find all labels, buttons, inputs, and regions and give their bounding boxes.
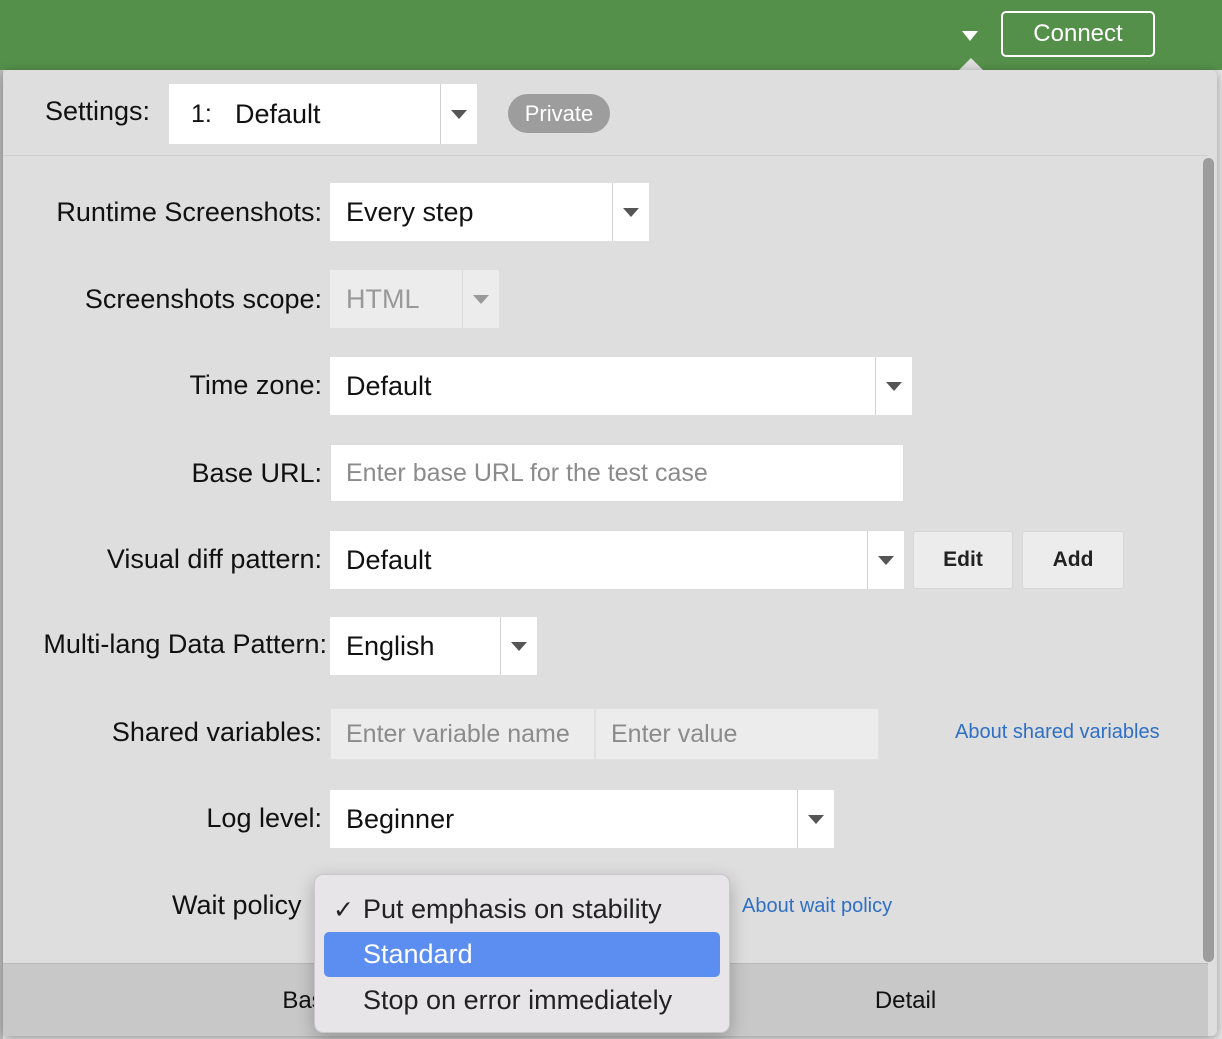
log-level-value: Beginner <box>346 803 455 834</box>
multi-lang-label: Multi-lang Data Pattern: <box>43 629 327 659</box>
runtime-screenshots-label: Runtime Screenshots: <box>56 197 322 227</box>
time-zone-value: Default <box>346 370 432 401</box>
log-level-label: Log level: <box>206 803 322 833</box>
screenshots-scope-select: HTML <box>330 270 499 328</box>
about-shared-variables-link[interactable]: About shared variables <box>955 721 1160 744</box>
visual-diff-select[interactable]: Default <box>330 531 904 589</box>
settings-label: Settings: <box>45 96 151 126</box>
connect-button[interactable]: Connect <box>1001 11 1155 57</box>
header-divider <box>3 155 1208 156</box>
variable-value-input[interactable]: Enter value <box>595 708 879 760</box>
log-level-select[interactable]: Beginner <box>330 790 834 848</box>
settings-value: Default <box>235 98 321 129</box>
caret-down-icon <box>511 642 527 651</box>
screenshots-scope-value: HTML <box>346 283 420 314</box>
variable-name-input[interactable]: Enter variable name <box>330 708 595 760</box>
settings-select[interactable]: 1: Default <box>169 84 477 144</box>
private-badge: Private <box>508 94 610 133</box>
variable-name-placeholder: Enter variable name <box>346 719 570 748</box>
checkmark-icon: ✓ <box>333 895 354 924</box>
screenshots-scope-label: Screenshots scope: <box>84 284 322 314</box>
multi-lang-value: English <box>346 630 435 661</box>
edit-button[interactable]: Edit <box>913 531 1013 589</box>
menu-item-stability[interactable]: ✓ Put emphasis on stability <box>324 887 720 932</box>
variable-value-placeholder: Enter value <box>611 719 738 748</box>
time-zone-label: Time zone: <box>189 370 322 400</box>
caret-down-icon <box>808 815 824 824</box>
menu-item-label: Standard <box>363 939 473 969</box>
caret-down-icon <box>886 382 902 391</box>
base-url-label: Base URL: <box>191 458 322 488</box>
base-url-placeholder: Enter base URL for the test case <box>346 458 708 487</box>
visual-diff-value: Default <box>346 544 432 575</box>
caret-down-icon <box>451 110 467 119</box>
multi-lang-select[interactable]: English <box>330 617 537 675</box>
runtime-screenshots-select[interactable]: Every step <box>330 183 649 241</box>
top-bar: Connect <box>0 0 1222 70</box>
caret-down-icon <box>623 208 639 217</box>
caret-down-icon <box>878 556 894 565</box>
wait-policy-menu: ✓ Put emphasis on stability Standard Sto… <box>314 874 730 1033</box>
menu-item-label: Put emphasis on stability <box>363 894 662 924</box>
add-button[interactable]: Add <box>1022 531 1124 589</box>
shared-variables-label: Shared variables: <box>111 717 322 747</box>
base-url-input[interactable]: Enter base URL for the test case <box>330 444 904 502</box>
wait-policy-label: Wait policy <box>172 890 302 920</box>
menu-item-standard[interactable]: Standard <box>324 932 720 977</box>
visual-diff-label: Visual diff pattern: <box>106 544 322 574</box>
time-zone-select[interactable]: Default <box>330 357 912 415</box>
about-wait-policy-link[interactable]: About wait policy <box>742 895 892 918</box>
settings-number: 1: <box>191 99 212 128</box>
caret-down-icon <box>473 295 489 304</box>
scrollbar-thumb[interactable] <box>1203 158 1214 962</box>
menu-item-label: Stop on error immediately <box>363 985 673 1015</box>
runtime-screenshots-value: Every step <box>346 196 474 227</box>
caret-down-icon[interactable] <box>962 31 978 41</box>
menu-item-stop-on-error[interactable]: Stop on error immediately <box>324 978 720 1023</box>
